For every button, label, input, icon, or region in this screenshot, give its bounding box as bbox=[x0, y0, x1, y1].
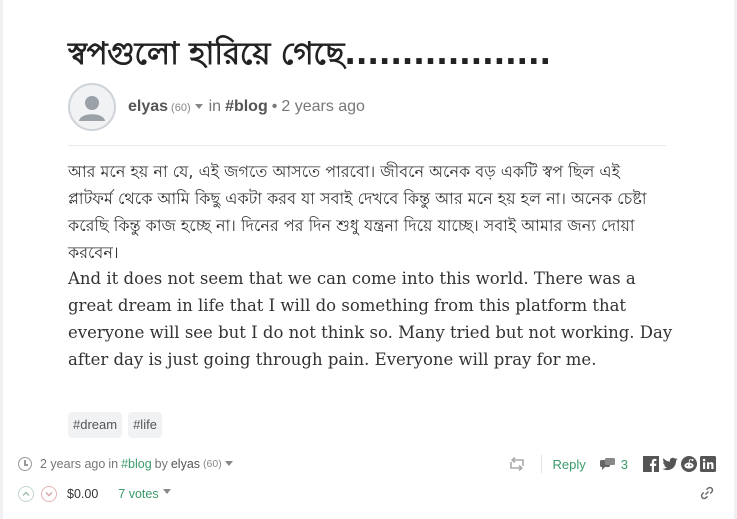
comments-icon[interactable] bbox=[599, 457, 616, 472]
chevron-down-icon[interactable] bbox=[162, 488, 171, 494]
payout-value[interactable]: $0.00 bbox=[67, 487, 98, 501]
post-body-english: And it does not seem that we can come in… bbox=[68, 269, 673, 369]
author-link[interactable]: elyas bbox=[128, 98, 168, 116]
tag-dream[interactable]: #dream bbox=[68, 412, 123, 438]
footer-author-link[interactable]: elyas bbox=[171, 457, 200, 471]
author-row: elyas (60) in #blog • 2 years ago bbox=[68, 83, 365, 131]
post-body-bengali: আর মনে হয় না যে, এই জগতে আসতে পারবো। জী… bbox=[68, 162, 647, 262]
header-divider bbox=[68, 145, 666, 146]
post-actions: Reply 3 bbox=[509, 453, 716, 475]
post-title: স্বপগুলো হারিয়ে গেছে.................. bbox=[68, 36, 551, 72]
actions-divider bbox=[540, 455, 542, 473]
post-meta: elyas (60) in #blog • 2 years ago bbox=[128, 98, 365, 116]
user-avatar-icon[interactable] bbox=[68, 83, 116, 131]
votes-dropdown[interactable]: 7 votes bbox=[118, 487, 158, 501]
reddit-icon[interactable] bbox=[681, 456, 697, 472]
in-label: in bbox=[208, 98, 222, 115]
tag-life[interactable]: #life bbox=[128, 412, 162, 438]
facebook-icon[interactable] bbox=[643, 456, 659, 472]
upvote-icon[interactable] bbox=[18, 486, 34, 502]
post-age: 2 years ago bbox=[281, 98, 365, 115]
reply-button[interactable]: Reply bbox=[553, 457, 586, 472]
tag-list: #dream #life bbox=[68, 412, 162, 438]
reblog-icon[interactable] bbox=[509, 457, 525, 471]
footer-in-label: in bbox=[108, 457, 119, 471]
chevron-down-icon[interactable] bbox=[194, 104, 203, 109]
comment-count[interactable]: 3 bbox=[621, 457, 628, 472]
footer-by-label: by bbox=[154, 457, 168, 471]
clock-icon bbox=[18, 457, 32, 471]
vote-bar: $0.00 7 votes bbox=[18, 485, 720, 503]
footer-category-link[interactable]: #blog bbox=[121, 457, 152, 471]
footer-age[interactable]: 2 years ago bbox=[40, 457, 105, 471]
link-icon[interactable] bbox=[700, 486, 714, 500]
chevron-down-icon[interactable] bbox=[224, 460, 233, 466]
meta-dot: • bbox=[271, 98, 278, 115]
post-footer: 2 years ago in #blog by elyas (60) Reply… bbox=[18, 455, 720, 473]
downvote-icon[interactable] bbox=[41, 486, 57, 502]
twitter-icon[interactable] bbox=[662, 456, 678, 472]
footer-author-reputation: (60) bbox=[203, 458, 222, 470]
author-reputation: (60) bbox=[171, 102, 191, 114]
linkedin-icon[interactable] bbox=[700, 456, 716, 472]
category-link[interactable]: #blog bbox=[225, 98, 268, 116]
